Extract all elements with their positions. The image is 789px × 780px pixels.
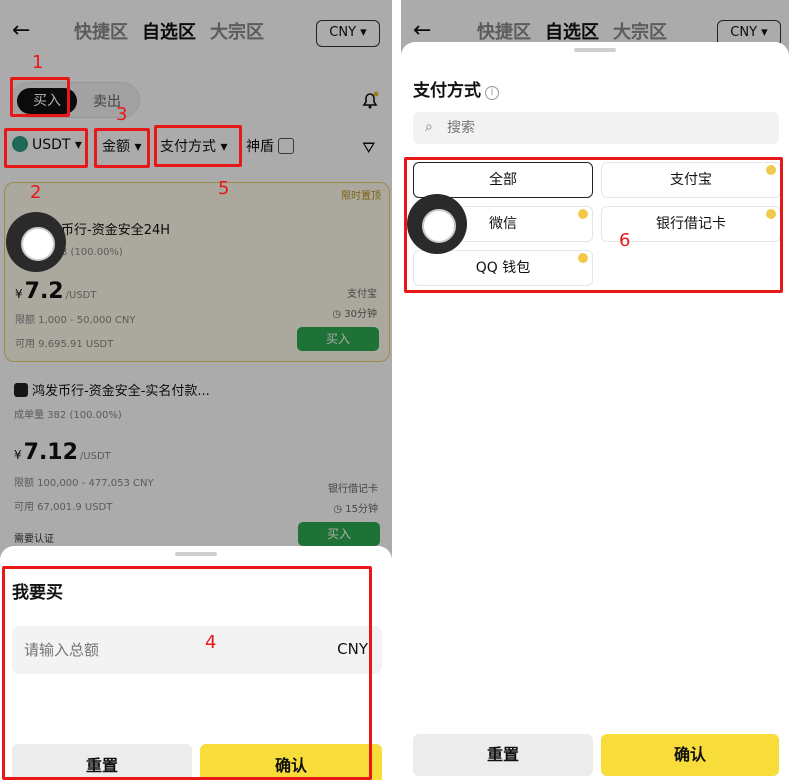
info-icon[interactable]: i bbox=[485, 86, 499, 100]
annotation-number: 5 bbox=[218, 178, 230, 199]
left-screen: ← 快捷区 自选区 大宗区 CNY ▾ 买入 卖出 USDT ▾ 金额 ▾ 支付方式… bbox=[0, 0, 392, 780]
annotation-number: 1 bbox=[32, 52, 44, 73]
sheet-title: 支付方式 i bbox=[413, 76, 499, 101]
annotation-number: 3 bbox=[116, 104, 128, 125]
search-bar[interactable]: ⌕ bbox=[413, 112, 779, 144]
annotation-box bbox=[94, 128, 150, 168]
confirm-button[interactable]: 确认 bbox=[601, 734, 779, 776]
search-input[interactable] bbox=[447, 117, 747, 139]
payment-method-sheet: 支付方式i ⌕ 全部 支付宝 微信 银行借记卡 QQ 钱包 重置 确认 bbox=[401, 42, 789, 780]
touch-indicator bbox=[407, 194, 467, 254]
annotation-box bbox=[4, 128, 88, 168]
annotation-box bbox=[10, 77, 70, 117]
sheet-handle[interactable] bbox=[175, 552, 217, 556]
search-icon: ⌕ bbox=[425, 119, 433, 135]
panel-gap bbox=[392, 0, 401, 780]
sheet-title-text: 支付方式 bbox=[413, 81, 481, 101]
annotation-box bbox=[154, 125, 242, 167]
touch-indicator bbox=[6, 212, 66, 272]
right-screen: ← 快捷区自选区大宗区 CNY ▾ 支付方式i ⌕ 全部 支付宝 微信 银行借记… bbox=[401, 0, 789, 780]
annotation-box bbox=[2, 566, 372, 780]
annotation-number: 4 bbox=[205, 632, 217, 653]
annotation-number: 6 bbox=[619, 230, 631, 251]
sheet-handle[interactable] bbox=[574, 48, 616, 52]
annotation-number: 2 bbox=[30, 182, 42, 203]
reset-button[interactable]: 重置 bbox=[413, 734, 593, 776]
